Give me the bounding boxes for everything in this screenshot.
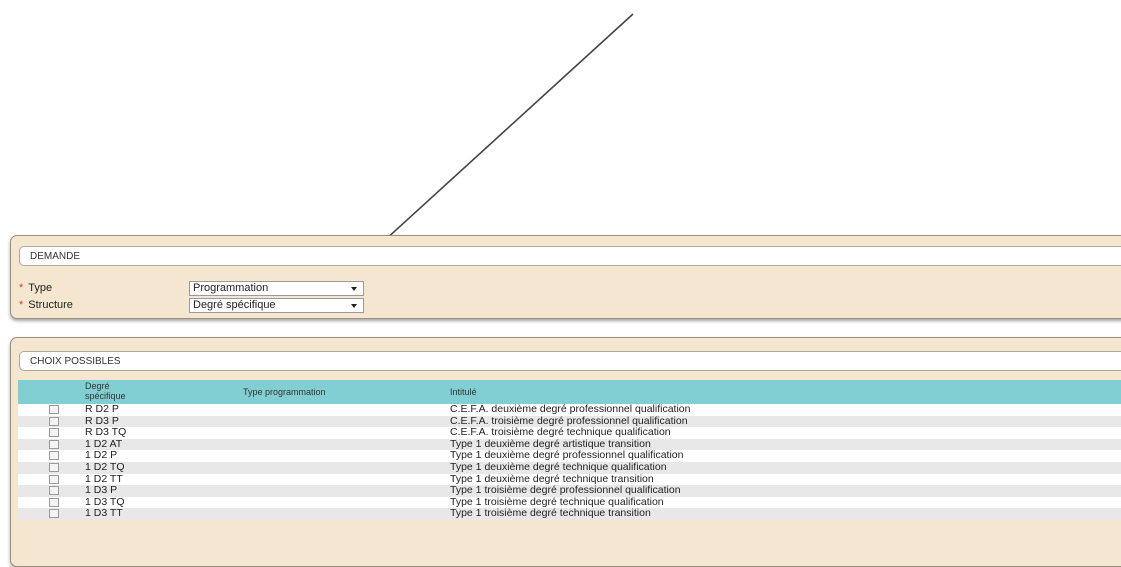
table-row: 1 D2 TQ Type 1 deuxième degré technique … — [18, 460, 1121, 474]
table-row: R D2 P C.E.F.A. deuxième degré professio… — [18, 403, 1121, 416]
type-select-value: Programmation — [193, 282, 269, 294]
row-checkbox[interactable] — [49, 416, 59, 426]
chevron-down-icon — [351, 304, 357, 308]
row-checkbox[interactable] — [49, 474, 59, 484]
cell-intitule: C.E.F.A. deuxième degré professionnel qu… — [450, 403, 691, 415]
required-marker: * — [19, 282, 24, 294]
cell-intitule: Type 1 deuxième degré technique qualific… — [450, 460, 667, 473]
cell-degre: 1 D2 TQ — [85, 460, 125, 473]
demande-title: DEMANDE — [19, 246, 1121, 266]
cell-intitule: Type 1 troisième degré technique transit… — [450, 507, 651, 520]
structure-select-value: Degré spécifique — [193, 299, 276, 311]
choix-title: CHOIX POSSIBLES — [19, 351, 1121, 371]
row-checkbox[interactable] — [49, 428, 59, 438]
cell-degre: R D2 P — [85, 403, 119, 415]
row-checkbox[interactable] — [49, 497, 59, 507]
demande-panel: DEMANDE * Type Programmation * Structure D… — [10, 235, 1121, 319]
row-checkbox[interactable] — [49, 486, 59, 496]
col-type-programmation[interactable]: Type programmation — [243, 387, 326, 397]
row-checkbox[interactable] — [49, 451, 59, 461]
table-body: R D2 P C.E.F.A. deuxième degré professio… — [18, 403, 1121, 520]
row-checkbox[interactable] — [49, 509, 59, 519]
col-degre-specifique[interactable]: Degré spécifique — [85, 381, 145, 401]
chevron-down-icon — [351, 287, 357, 291]
table-row: 1 D3 P Type 1 troisième degré profession… — [18, 485, 1121, 497]
structure-label: Structure — [28, 299, 73, 311]
type-select[interactable]: Programmation — [189, 281, 364, 296]
required-marker: * — [19, 299, 24, 311]
structure-select[interactable]: Degré spécifique — [189, 298, 364, 313]
row-checkbox[interactable] — [49, 439, 59, 449]
choix-panel: CHOIX POSSIBLES Degré spécifique Type pr… — [10, 337, 1121, 567]
col-intitule[interactable]: Intitulé — [450, 387, 477, 397]
row-checkbox[interactable] — [49, 462, 59, 472]
cell-degre: 1 D3 TT — [85, 507, 123, 520]
row-checkbox[interactable] — [49, 405, 59, 414]
type-label: Type — [28, 282, 53, 294]
cell-degre: 1 D3 P — [85, 484, 118, 497]
cell-intitule: Type 1 troisième degré professionnel qua… — [450, 484, 681, 497]
table-header: Degré spécifique Type programmation Inti… — [18, 380, 1121, 404]
table-row: 1 D3 TT Type 1 troisième degré technique… — [18, 508, 1121, 520]
